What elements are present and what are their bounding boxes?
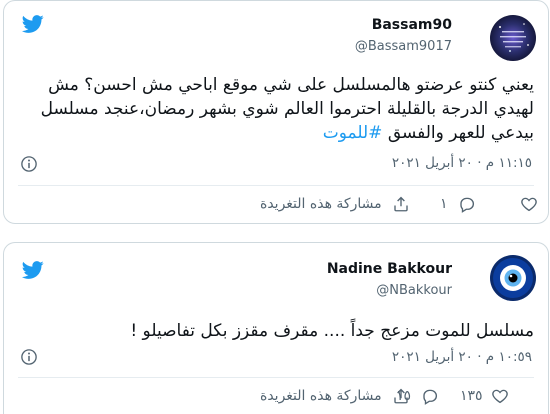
divider	[18, 185, 534, 186]
tweet-timestamp[interactable]: ١٠:٥٩ م · ٢٠ أبريل ٢٠٢١	[392, 349, 532, 365]
tweet-actions: ١ مشاركة هذه التغريدة	[20, 195, 537, 217]
share-icon	[393, 196, 408, 212]
galaxy-avatar-icon	[490, 15, 536, 61]
tweet-text: يعني كنتو عرضتو هالمسلسل على شي موقع ابا…	[18, 73, 534, 145]
tweet-text: مسلسل للموت مزعج جداً .... مقرف مقزز بكل…	[18, 319, 534, 343]
reply-icon	[459, 197, 474, 213]
reply-button[interactable]: ١	[440, 195, 476, 213]
share-icon	[393, 388, 408, 404]
reply-icon	[423, 389, 438, 405]
like-button[interactable]: ١٣٥	[460, 387, 509, 405]
avatar[interactable]	[490, 15, 536, 61]
share-button[interactable]: مشاركة هذه التغريدة	[260, 195, 410, 213]
user-info[interactable]: Bassam90 @Bassam9017	[355, 17, 452, 54]
tweet-timestamp[interactable]: ١١:١٥ م · ٢٠ أبريل ٢٠٢١	[392, 155, 532, 171]
like-count: ١٣٥	[460, 388, 483, 404]
evil-eye-avatar-icon	[490, 255, 536, 301]
tweet-card[interactable]: Bassam90 @Bassam9017 يعني كنتو عرضتو هال…	[3, 0, 549, 224]
divider	[18, 377, 534, 378]
reply-count: ١	[440, 196, 448, 212]
share-label: مشاركة هذه التغريدة	[260, 388, 382, 404]
heart-icon	[491, 389, 508, 404]
avatar[interactable]	[490, 255, 536, 301]
like-button[interactable]	[520, 195, 546, 213]
user-handle[interactable]: @NBakkour	[327, 283, 452, 298]
user-info[interactable]: Nadine Bakkour @NBakkour	[327, 261, 452, 298]
info-icon[interactable]	[20, 155, 38, 173]
twitter-bird-icon[interactable]	[20, 13, 46, 35]
tweet-card[interactable]: Nadine Bakkour @NBakkour مسلسل للموت مزع…	[3, 242, 549, 414]
twitter-bird-icon[interactable]	[20, 259, 46, 281]
user-handle[interactable]: @Bassam9017	[355, 39, 452, 54]
tweet-text-main: يعني كنتو عرضتو هالمسلسل على شي موقع ابا…	[40, 75, 534, 143]
hashtag-link[interactable]: #للموت	[323, 123, 383, 143]
tweet-text-main: مسلسل للموت مزعج جداً .... مقرف مقزز بكل…	[130, 321, 534, 341]
heart-icon	[521, 197, 537, 212]
share-label: مشاركة هذه التغريدة	[260, 196, 382, 212]
info-icon[interactable]	[20, 348, 38, 366]
user-name[interactable]: Bassam90	[355, 17, 452, 33]
share-button[interactable]: مشاركة هذه التغريدة	[260, 387, 410, 405]
user-name[interactable]: Nadine Bakkour	[327, 261, 452, 277]
